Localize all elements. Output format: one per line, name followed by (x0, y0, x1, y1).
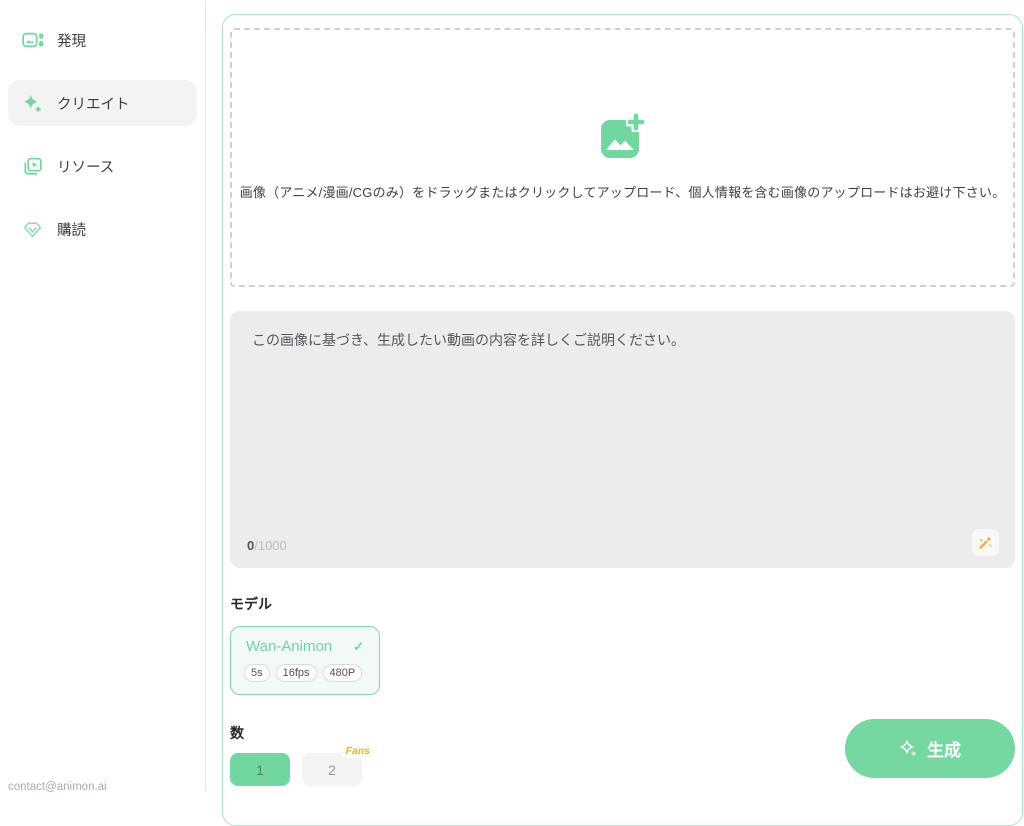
model-card-wan-animon[interactable]: Wan-Animon ✓ 5s 16fps 480P (230, 626, 380, 695)
create-panel: 画像（アニメ/漫画/CGのみ）をドラッグまたはクリックしてアップロード、個人情報… (222, 14, 1023, 826)
quantity-option-2-value: 2 (328, 762, 336, 778)
quantity-option-1[interactable]: 1 (230, 753, 290, 786)
model-section-label: モデル (230, 594, 1015, 614)
generate-button[interactable]: 生成 (845, 719, 1015, 778)
sidebar-item-discover[interactable]: 発現 (8, 17, 197, 63)
sidebar-item-label: クリエイト (57, 93, 130, 114)
contact-email: contact@animon.ai (8, 781, 107, 793)
sidebar-item-label: 発現 (57, 30, 86, 51)
char-limit: /1000 (254, 538, 287, 553)
prompt-input[interactable] (230, 311, 1015, 568)
sidebar-item-label: 購読 (57, 219, 86, 240)
quantity-option-2[interactable]: 2 Fans (302, 753, 362, 786)
sparkle-icon (22, 93, 43, 114)
model-name: Wan-Animon (246, 638, 332, 655)
image-upload-dropzone[interactable]: 画像（アニメ/漫画/CGのみ）をドラッグまたはクリックしてアップロード、個人情報… (230, 28, 1015, 287)
gem-icon (22, 219, 43, 240)
magic-wand-icon (977, 534, 994, 551)
plus-icon (626, 112, 646, 132)
prompt-box: 0/1000 (230, 311, 1015, 568)
sidebar-item-subscribe[interactable]: 購読 (8, 206, 197, 252)
double-sparkle-icon (899, 739, 918, 758)
model-tag-resolution: 480P (323, 664, 363, 682)
gallery-icon (22, 30, 43, 51)
char-counter: 0/1000 (247, 538, 287, 553)
prompt-enhance-button[interactable] (972, 529, 999, 556)
fans-badge: Fans (341, 744, 374, 758)
model-tags: 5s 16fps 480P (244, 664, 366, 682)
sidebar-nav: 発現 クリエイト リソース (0, 0, 205, 252)
check-icon: ✓ (353, 639, 364, 655)
image-add-icon (600, 114, 646, 158)
sidebar: 発現 クリエイト リソース (0, 0, 206, 790)
sidebar-item-create[interactable]: クリエイト (8, 80, 197, 126)
quantity-option-1-value: 1 (256, 762, 264, 778)
generate-button-label: 生成 (927, 736, 961, 761)
sidebar-item-label: リソース (57, 156, 114, 177)
model-tag-fps: 16fps (276, 664, 317, 682)
model-tag-duration: 5s (244, 664, 270, 682)
upload-hint-text: 画像（アニメ/漫画/CGのみ）をドラッグまたはクリックしてアップロード、個人情報… (240, 182, 1006, 201)
sidebar-item-resources[interactable]: リソース (8, 143, 197, 189)
video-resource-icon (22, 156, 43, 177)
